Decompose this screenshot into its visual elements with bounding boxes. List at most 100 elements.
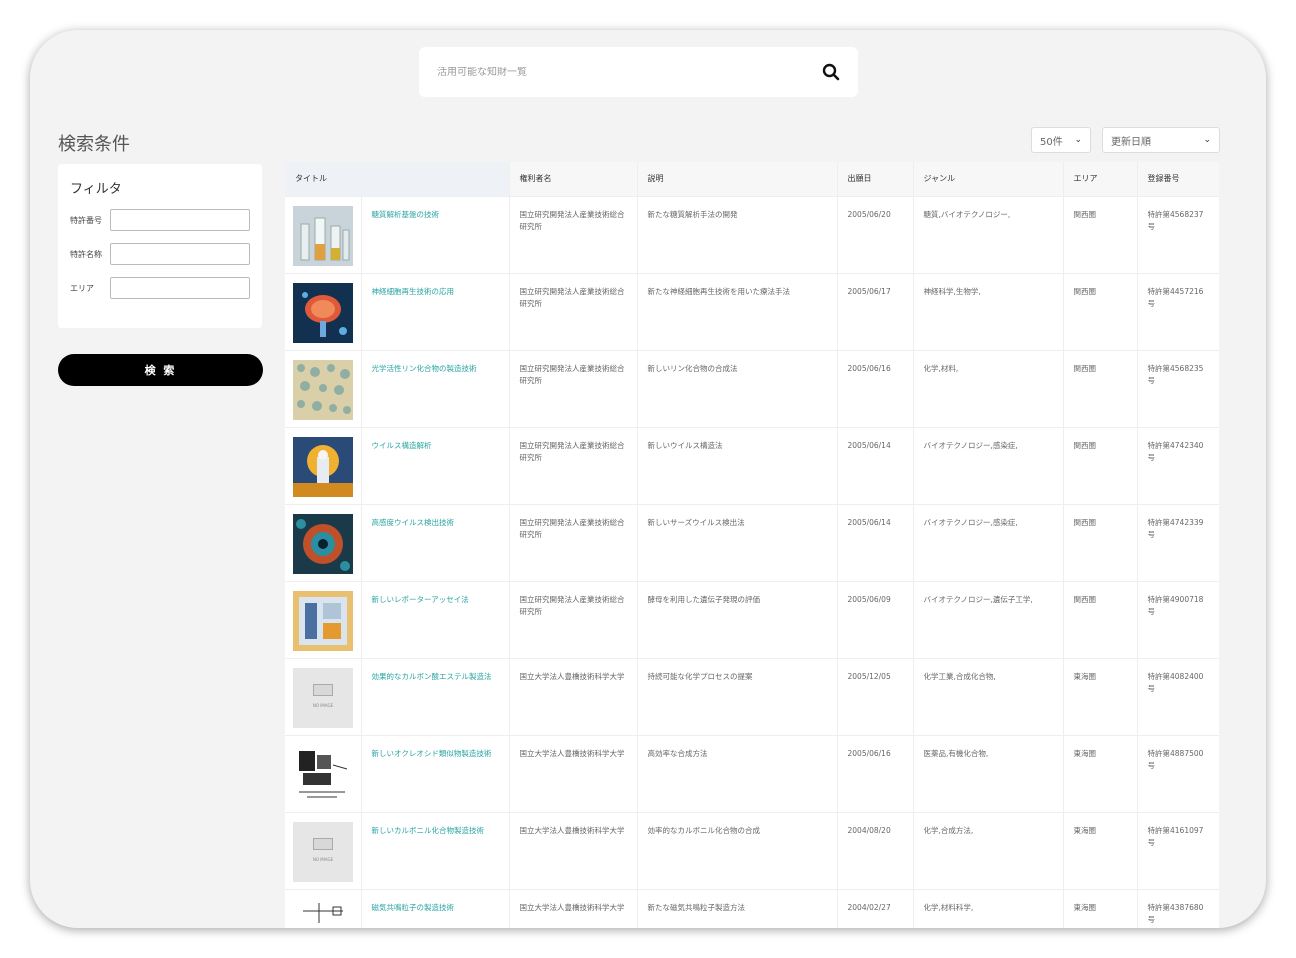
column-header-description[interactable]: 説明 <box>637 162 838 196</box>
title-cell: 新しいレポーターアッセイ法 <box>361 580 510 658</box>
column-header-title[interactable]: タイトル <box>285 162 510 196</box>
registration-cell: 特許第4742339号 <box>1137 503 1219 581</box>
title-link[interactable]: 光学活性リン化合物の製造技術 <box>372 364 477 373</box>
title-cell: 神経細胞再生技術の応用 <box>361 272 510 350</box>
area-cell: 関西圏 <box>1063 349 1138 427</box>
title-link[interactable]: 磁気共鳴粒子の製造技術 <box>372 903 455 912</box>
column-header-registration[interactable]: 登録番号 <box>1137 162 1219 196</box>
title-cell: ウイルス構造解析 <box>361 426 510 504</box>
thumbnail-image[interactable] <box>293 744 353 805</box>
title-cell: 新しいカルボニル化合物製造技術 <box>361 811 510 889</box>
sort-value: 更新日順 <box>1111 136 1151 148</box>
description-cell: 新たな神経細胞再生技術を用いた療法手法 <box>637 272 838 350</box>
search-button[interactable]: 検 索 <box>58 354 263 386</box>
table-row[interactable]: NO IMAGE 新しいカルボニル化合物製造技術 国立大学法人豊橋技術科学大学 効率的… <box>285 811 1219 889</box>
column-header-genre[interactable]: ジャンル <box>913 162 1064 196</box>
filter-panel: フィルタ 特許番号 特許名称 エリア <box>58 164 262 328</box>
filter-row-patent-name: 特許名称 <box>70 243 250 265</box>
thumbnail-image[interactable] <box>293 205 353 266</box>
title-link[interactable]: 神経細胞再生技術の応用 <box>372 287 455 296</box>
area-field[interactable] <box>110 277 250 299</box>
genre-cell: 化学,材料, <box>913 349 1064 427</box>
table-row[interactable]: 新しいオクレオシド類似物製造技術 国立大学法人豊橋技術科学大学 高効率な合成方法 20… <box>285 734 1219 812</box>
title-cell: 糖質解析基盤の技術 <box>361 195 510 273</box>
area-label: エリア <box>70 283 94 293</box>
table-row[interactable]: 磁気共鳴粒子の製造技術 国立大学法人豊橋技術科学大学 新たな磁気共鳴粒子製造方法 20… <box>285 888 1219 928</box>
owner-cell: 国立大学法人豊橋技術科学大学 <box>509 734 638 812</box>
date-cell: 2005/06/17 <box>837 272 914 350</box>
date-cell: 2005/06/14 <box>837 426 914 504</box>
search-bar <box>419 47 858 97</box>
title-link[interactable]: 高感度ウイルス検出技術 <box>372 518 455 527</box>
thumbnail-cell <box>285 426 362 504</box>
patent-number-field[interactable] <box>110 209 250 231</box>
registration-cell: 特許第4900718号 <box>1137 580 1219 658</box>
area-cell: 関西圏 <box>1063 503 1138 581</box>
owner-cell: 国立大学法人豊橋技術科学大学 <box>509 811 638 889</box>
thumbnail-image[interactable] <box>293 282 353 343</box>
date-cell: 2004/02/27 <box>837 888 914 928</box>
genre-cell: バイオテクノロジー,感染症, <box>913 503 1064 581</box>
area-cell: 関西圏 <box>1063 426 1138 504</box>
thumbnail-image[interactable] <box>293 436 353 497</box>
table-row[interactable]: 新しいレポーターアッセイ法 国立研究開発法人産業技術総合研究所 酵母を利用した遺伝子… <box>285 580 1219 658</box>
genre-cell: バイオテクノロジー,感染症, <box>913 426 1064 504</box>
description-cell: 新しいウイルス構造法 <box>637 426 838 504</box>
date-cell: 2004/08/20 <box>837 811 914 889</box>
genre-cell: 化学,材料科学, <box>913 888 1064 928</box>
title-link[interactable]: ウイルス構造解析 <box>372 441 432 450</box>
thumbnail-cell <box>285 272 362 350</box>
thumbnail-image[interactable] <box>293 359 353 420</box>
area-cell: 関西圏 <box>1063 580 1138 658</box>
column-header-area[interactable]: エリア <box>1063 162 1138 196</box>
title-link[interactable]: 新しいカルボニル化合物製造技術 <box>372 826 485 835</box>
registration-cell: 特許第4457216号 <box>1137 272 1219 350</box>
table-row[interactable]: 光学活性リン化合物の製造技術 国立研究開発法人産業技術総合研究所 新しいリン化合物の… <box>285 349 1219 427</box>
area-cell: 東海圏 <box>1063 888 1138 928</box>
title-link[interactable]: 糖質解析基盤の技術 <box>372 210 440 219</box>
table-row[interactable]: NO IMAGE 効果的なカルボン酸エステル製造法 国立大学法人豊橋技術科学大学 持続… <box>285 657 1219 735</box>
patent-name-field[interactable] <box>110 243 250 265</box>
per-page-select[interactable]: 50件 ⌄ <box>1031 127 1091 153</box>
no-image-placeholder[interactable]: NO IMAGE <box>293 667 353 728</box>
chevron-down-icon: ⌄ <box>1203 135 1211 145</box>
app-frame: 検索条件 フィルタ 特許番号 特許名称 エリア 検 索 50件 ⌄ 更新日順 ⌄ <box>30 30 1266 928</box>
owner-cell: 国立研究開発法人産業技術総合研究所 <box>509 349 638 427</box>
table-row[interactable]: ウイルス構造解析 国立研究開発法人産業技術総合研究所 新しいウイルス構造法 2005/… <box>285 426 1219 504</box>
registration-cell: 特許第4161097号 <box>1137 811 1219 889</box>
date-cell: 2005/06/16 <box>837 349 914 427</box>
patent-name-label: 特許名称 <box>70 249 102 259</box>
date-cell: 2005/06/14 <box>837 503 914 581</box>
registration-cell: 特許第4082400号 <box>1137 657 1219 735</box>
column-header-date[interactable]: 出願日 <box>837 162 914 196</box>
thumbnail-image[interactable] <box>293 590 353 651</box>
owner-cell: 国立研究開発法人産業技術総合研究所 <box>509 580 638 658</box>
no-image-placeholder[interactable]: NO IMAGE <box>293 821 353 882</box>
table-row[interactable]: 高感度ウイルス検出技術 国立研究開発法人産業技術総合研究所 新しいサーズウイルス検出… <box>285 503 1219 581</box>
search-input[interactable] <box>437 66 820 78</box>
description-cell: 新たな磁気共鳴粒子製造方法 <box>637 888 838 928</box>
sort-select[interactable]: 更新日順 ⌄ <box>1102 127 1220 153</box>
title-link[interactable]: 効果的なカルボン酸エステル製造法 <box>372 672 492 681</box>
genre-cell: 神経科学,生物学, <box>913 272 1064 350</box>
genre-cell: 医薬品,有機化合物, <box>913 734 1064 812</box>
genre-cell: 化学,合成方法, <box>913 811 1064 889</box>
chevron-down-icon: ⌄ <box>1074 135 1082 145</box>
table-row[interactable]: 糖質解析基盤の技術 国立研究開発法人産業技術総合研究所 新たな糖質解析手法の開発 20… <box>285 195 1219 273</box>
thumbnail-image[interactable] <box>293 513 353 574</box>
owner-cell: 国立研究開発法人産業技術総合研究所 <box>509 195 638 273</box>
registration-cell: 特許第4387680号 <box>1137 888 1219 928</box>
title-link[interactable]: 新しいレポーターアッセイ法 <box>372 595 469 604</box>
thumbnail-cell: NO IMAGE <box>285 811 362 889</box>
thumbnail-cell <box>285 195 362 273</box>
table-row[interactable]: 神経細胞再生技術の応用 国立研究開発法人産業技術総合研究所 新たな神経細胞再生技術を… <box>285 272 1219 350</box>
description-cell: 効率的なカルボニル化合物の合成 <box>637 811 838 889</box>
thumbnail-image[interactable] <box>293 898 353 928</box>
title-link[interactable]: 新しいオクレオシド類似物製造技術 <box>372 749 492 758</box>
filter-heading: フィルタ <box>70 182 122 197</box>
column-header-owner[interactable]: 権利者名 <box>509 162 638 196</box>
search-icon[interactable] <box>820 61 842 83</box>
table-body: 糖質解析基盤の技術 国立研究開発法人産業技術総合研究所 新たな糖質解析手法の開発 20… <box>285 195 1219 928</box>
area-cell: 関西圏 <box>1063 195 1138 273</box>
title-cell: 効果的なカルボン酸エステル製造法 <box>361 657 510 735</box>
